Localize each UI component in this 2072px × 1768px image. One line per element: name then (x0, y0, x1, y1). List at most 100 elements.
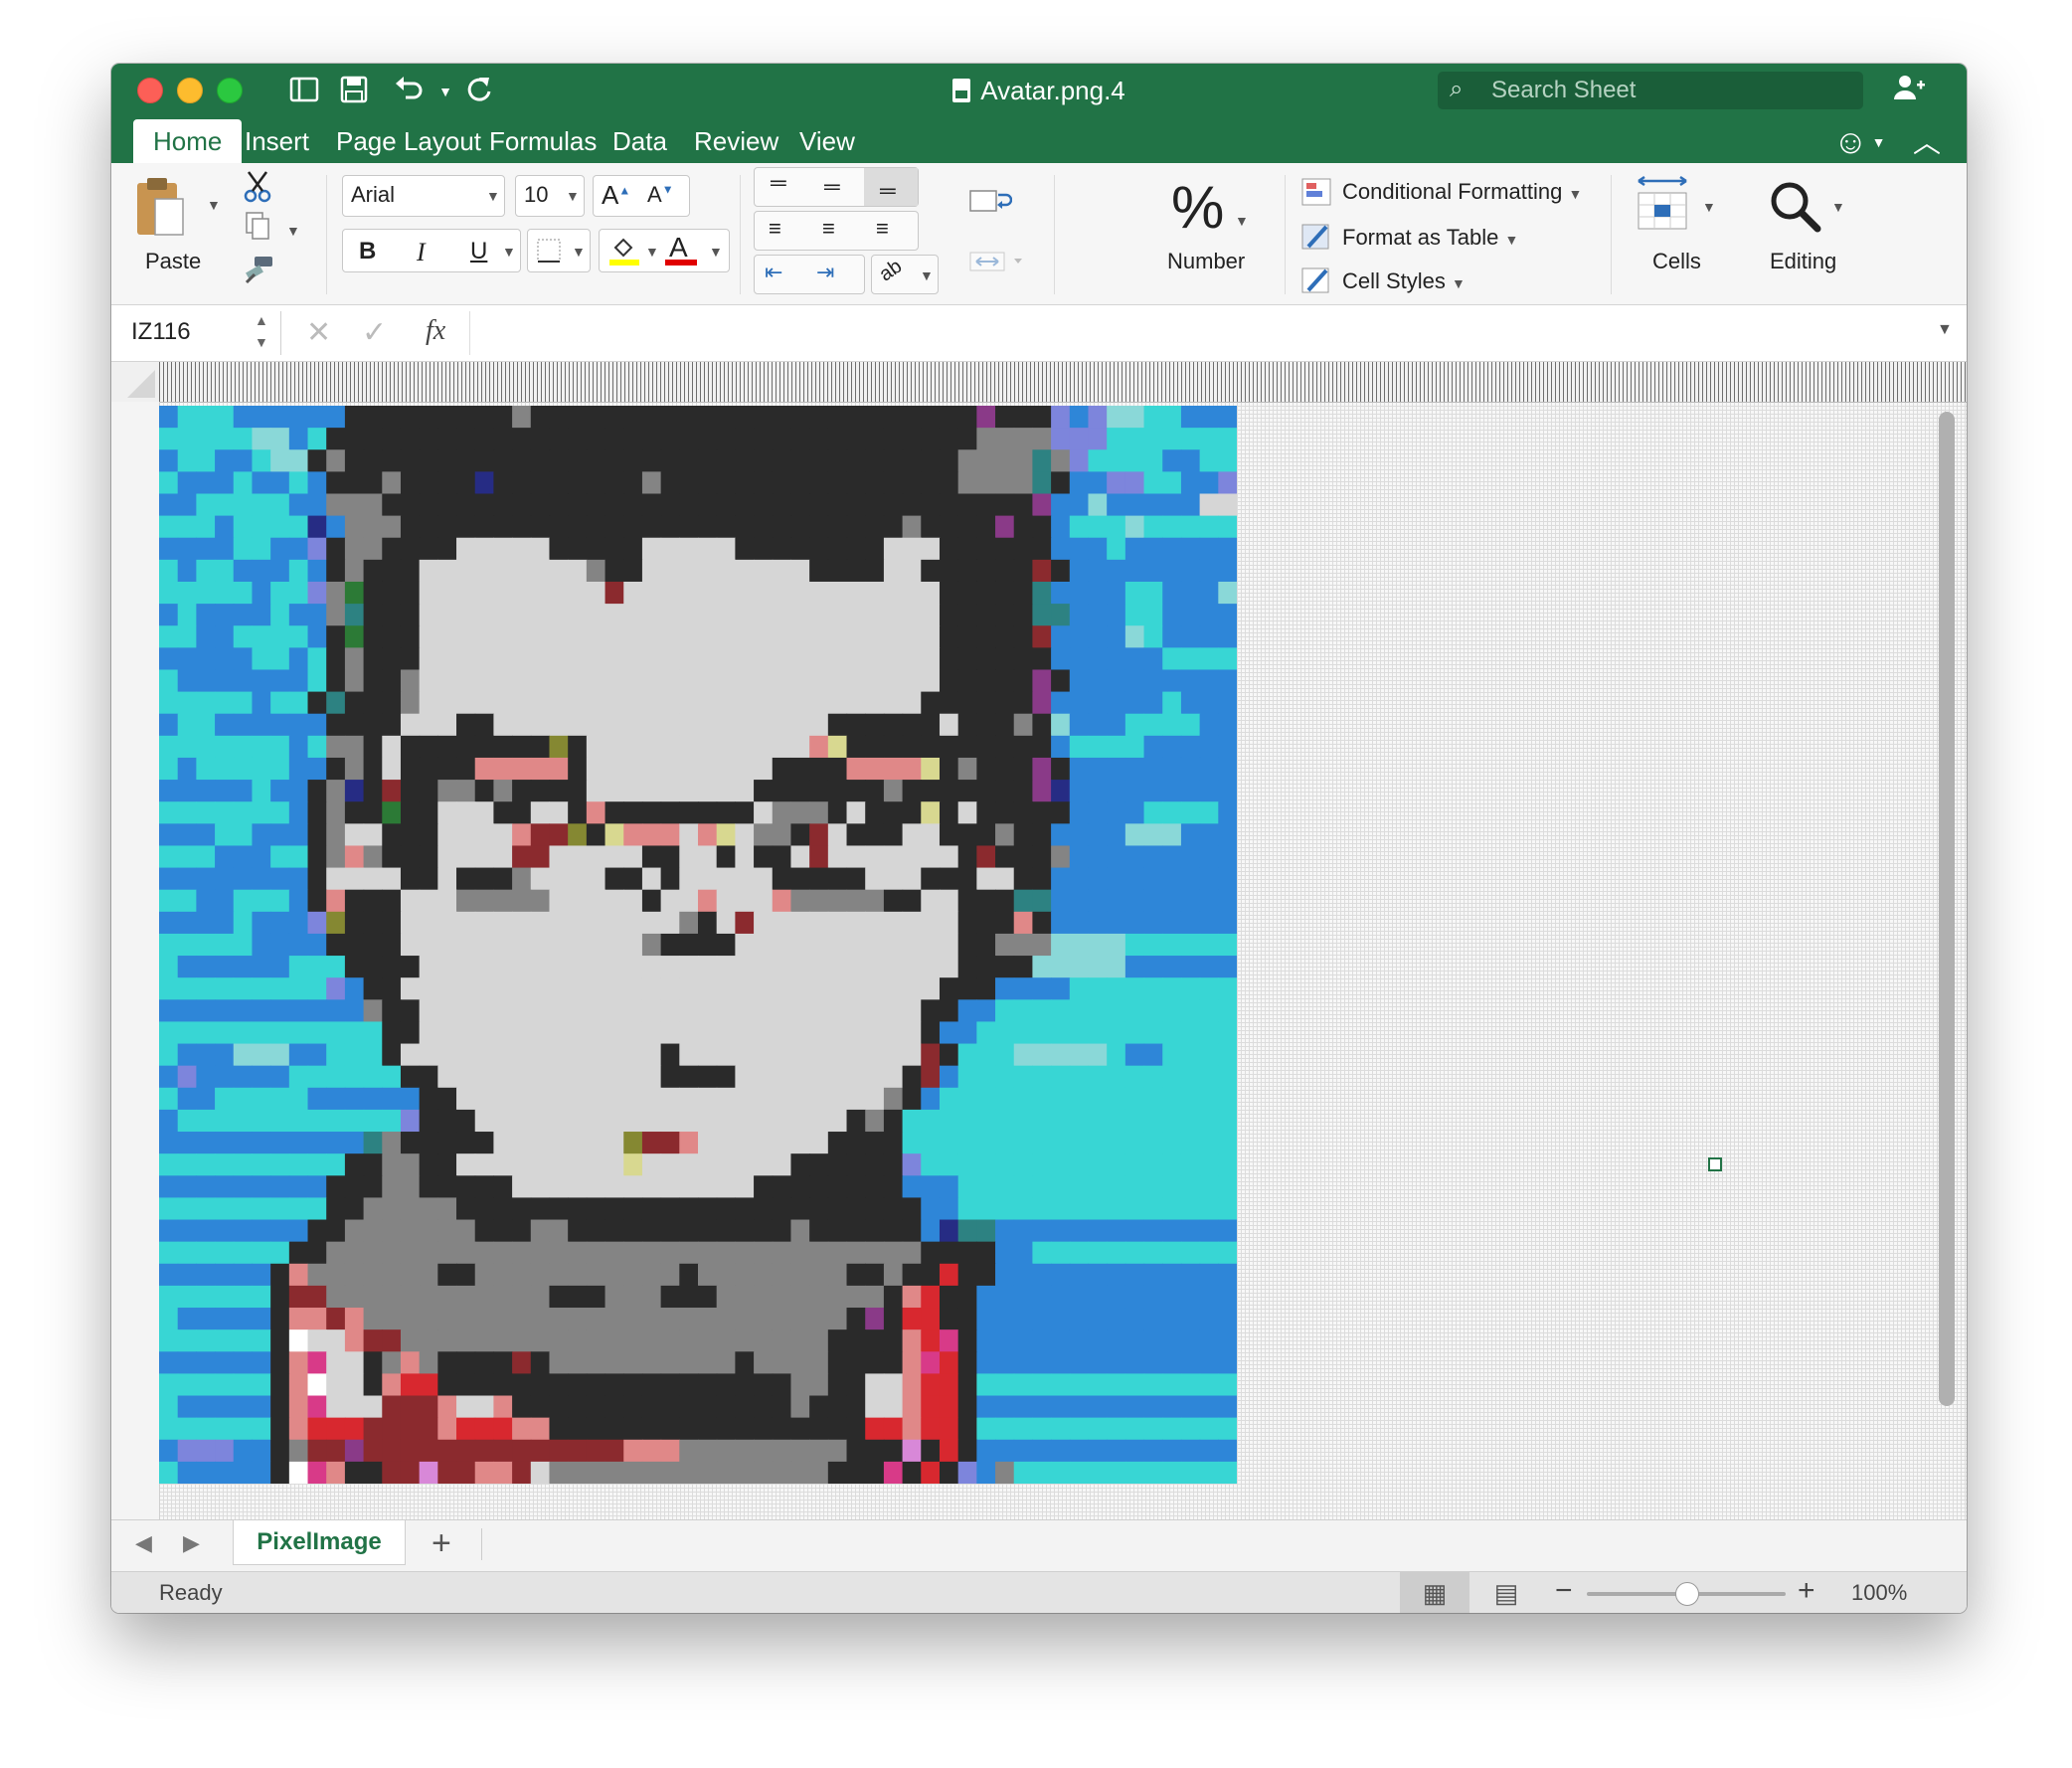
increase-indent-button[interactable]: ⇥ (816, 260, 834, 285)
pixel-cell (1180, 515, 1201, 539)
paste-dropdown-icon[interactable]: ▼ (207, 197, 221, 213)
column-headers[interactable] (159, 362, 1967, 403)
orientation-dropdown-icon[interactable]: ▼ (920, 267, 934, 283)
number-format-dropdown-icon[interactable]: ▼ (1235, 213, 1249, 229)
next-sheet-icon[interactable]: ▶ (183, 1530, 200, 1556)
font-size-box[interactable]: 10 ▼ (515, 175, 585, 217)
align-right-button[interactable]: ≡ (876, 216, 889, 242)
pixel-cell (957, 537, 977, 561)
font-size-dropdown-icon[interactable]: ▼ (566, 188, 580, 204)
pixel-cell (586, 1308, 606, 1330)
tab-data[interactable]: Data (593, 119, 687, 163)
pixel-cell (865, 1043, 885, 1067)
previous-sheet-icon[interactable]: ◀ (135, 1530, 152, 1556)
pixel-cell (698, 604, 718, 626)
tab-insert[interactable]: Insert (225, 119, 329, 163)
cells-icon[interactable] (1635, 175, 1692, 238)
name-box[interactable]: ▲▼ (111, 311, 281, 355)
pixel-cell (288, 515, 309, 539)
cut-icon[interactable] (241, 169, 276, 210)
underline-button[interactable]: U (470, 238, 487, 265)
zoom-in-icon[interactable]: + (1798, 1574, 1815, 1608)
cell-styles-button[interactable]: Cell Styles ▼ (1342, 268, 1466, 294)
pixel-cell (604, 1373, 624, 1397)
fill-color-dropdown-icon[interactable]: ▼ (645, 244, 659, 260)
pixel-cell (493, 845, 513, 869)
row-headers[interactable] (111, 402, 160, 1519)
font-name-dropdown-icon[interactable]: ▼ (486, 188, 500, 204)
pixel-cell (754, 493, 774, 517)
name-box-stepper-icon[interactable]: ▲ ▼ (255, 309, 268, 353)
bold-button[interactable]: B (359, 238, 376, 265)
pixel-cell (865, 735, 885, 759)
merge-cells-icon[interactable] (968, 247, 1028, 281)
normal-view-icon[interactable]: ▦ (1400, 1572, 1469, 1613)
enter-entry-icon[interactable]: ✓ (362, 315, 387, 350)
cells-dropdown-icon[interactable]: ▼ (1702, 199, 1716, 215)
search-sheet[interactable]: ⌕ (1438, 72, 1863, 109)
conditional-formatting-button[interactable]: Conditional Formatting ▼ (1342, 179, 1582, 205)
format-as-table-button[interactable]: Format as Table ▼ (1342, 225, 1518, 251)
pixel-cell (363, 933, 383, 957)
shrink-font-button[interactable]: A▼ (647, 182, 674, 208)
pixel-cell (772, 493, 792, 517)
pixel-cell (846, 1043, 866, 1067)
editing-search-icon[interactable] (1766, 177, 1823, 240)
cancel-entry-icon[interactable]: ✕ (306, 315, 331, 350)
format-painter-icon[interactable] (241, 255, 276, 289)
pixel-cell (177, 735, 197, 759)
grow-font-button[interactable]: A▲ (602, 180, 630, 211)
vertical-scrollbar[interactable] (1939, 412, 1955, 1406)
borders-dropdown-icon[interactable]: ▼ (572, 244, 586, 260)
align-top-button[interactable]: ═ (771, 170, 786, 196)
pixel-cell (530, 1351, 551, 1374)
pixel-cell (716, 559, 736, 583)
pixel-cell (344, 735, 365, 759)
expand-formula-bar-icon[interactable]: ▼ (1937, 321, 1953, 339)
pixel-cell (326, 1285, 346, 1309)
italic-button[interactable]: I (417, 238, 426, 267)
pixel-cell (326, 1373, 346, 1397)
collapse-ribbon-icon[interactable]: ︿ (1913, 121, 1941, 161)
editing-dropdown-icon[interactable]: ▼ (1831, 199, 1845, 215)
separator (1611, 175, 1612, 294)
align-center-button[interactable]: ≡ (822, 216, 835, 242)
copy-icon[interactable] (243, 211, 276, 246)
name-box-input[interactable] (129, 317, 243, 347)
orientation-button[interactable]: ab ▼ (871, 255, 939, 294)
underline-dropdown-icon[interactable]: ▼ (502, 244, 516, 260)
zoom-slider-thumb[interactable] (1675, 1582, 1699, 1606)
number-format-icon[interactable]: % (1171, 173, 1224, 242)
fill-color-icon[interactable] (607, 234, 641, 274)
wrap-text-icon[interactable] (968, 183, 1013, 224)
borders-button[interactable]: ▼ (527, 229, 591, 272)
select-all-corner[interactable] (111, 362, 160, 403)
pixel-cell (623, 1021, 643, 1045)
copy-dropdown-icon[interactable]: ▼ (286, 223, 300, 239)
align-left-button[interactable]: ≡ (769, 216, 781, 242)
sheet-tab-pixelimage[interactable]: PixelImage (233, 1520, 406, 1565)
font-color-dropdown-icon[interactable]: ▼ (709, 244, 723, 260)
add-sheet-icon[interactable]: + (432, 1524, 451, 1563)
zoom-out-icon[interactable]: − (1555, 1574, 1573, 1608)
paste-icon[interactable] (133, 175, 193, 245)
font-name-box[interactable]: Arial ▼ (342, 175, 505, 217)
pixel-cell (698, 801, 718, 824)
pixel-cell (716, 1373, 736, 1397)
pixel-cell (1069, 867, 1090, 891)
add-person-icon[interactable] (1891, 72, 1927, 111)
search-input[interactable] (1489, 76, 1851, 105)
align-middle-button[interactable]: ═ (824, 174, 840, 200)
formula-input[interactable] (469, 311, 1902, 355)
pixel-cell (1143, 999, 1163, 1023)
align-bottom-button[interactable]: ═ (864, 168, 918, 206)
pixel-cell (1218, 1285, 1237, 1309)
worksheet-grid[interactable] (111, 362, 1967, 1519)
insert-function-icon[interactable]: fx (426, 315, 445, 347)
pixel-cell (159, 1065, 179, 1089)
tab-view[interactable]: View (779, 119, 875, 163)
decrease-indent-button[interactable]: ⇤ (765, 260, 782, 285)
feedback-smiley-icon[interactable]: ☺ ▼ (1833, 123, 1885, 162)
page-layout-view-icon[interactable]: ▤ (1471, 1572, 1541, 1613)
conditional-formatting-label: Conditional Formatting (1342, 179, 1563, 204)
